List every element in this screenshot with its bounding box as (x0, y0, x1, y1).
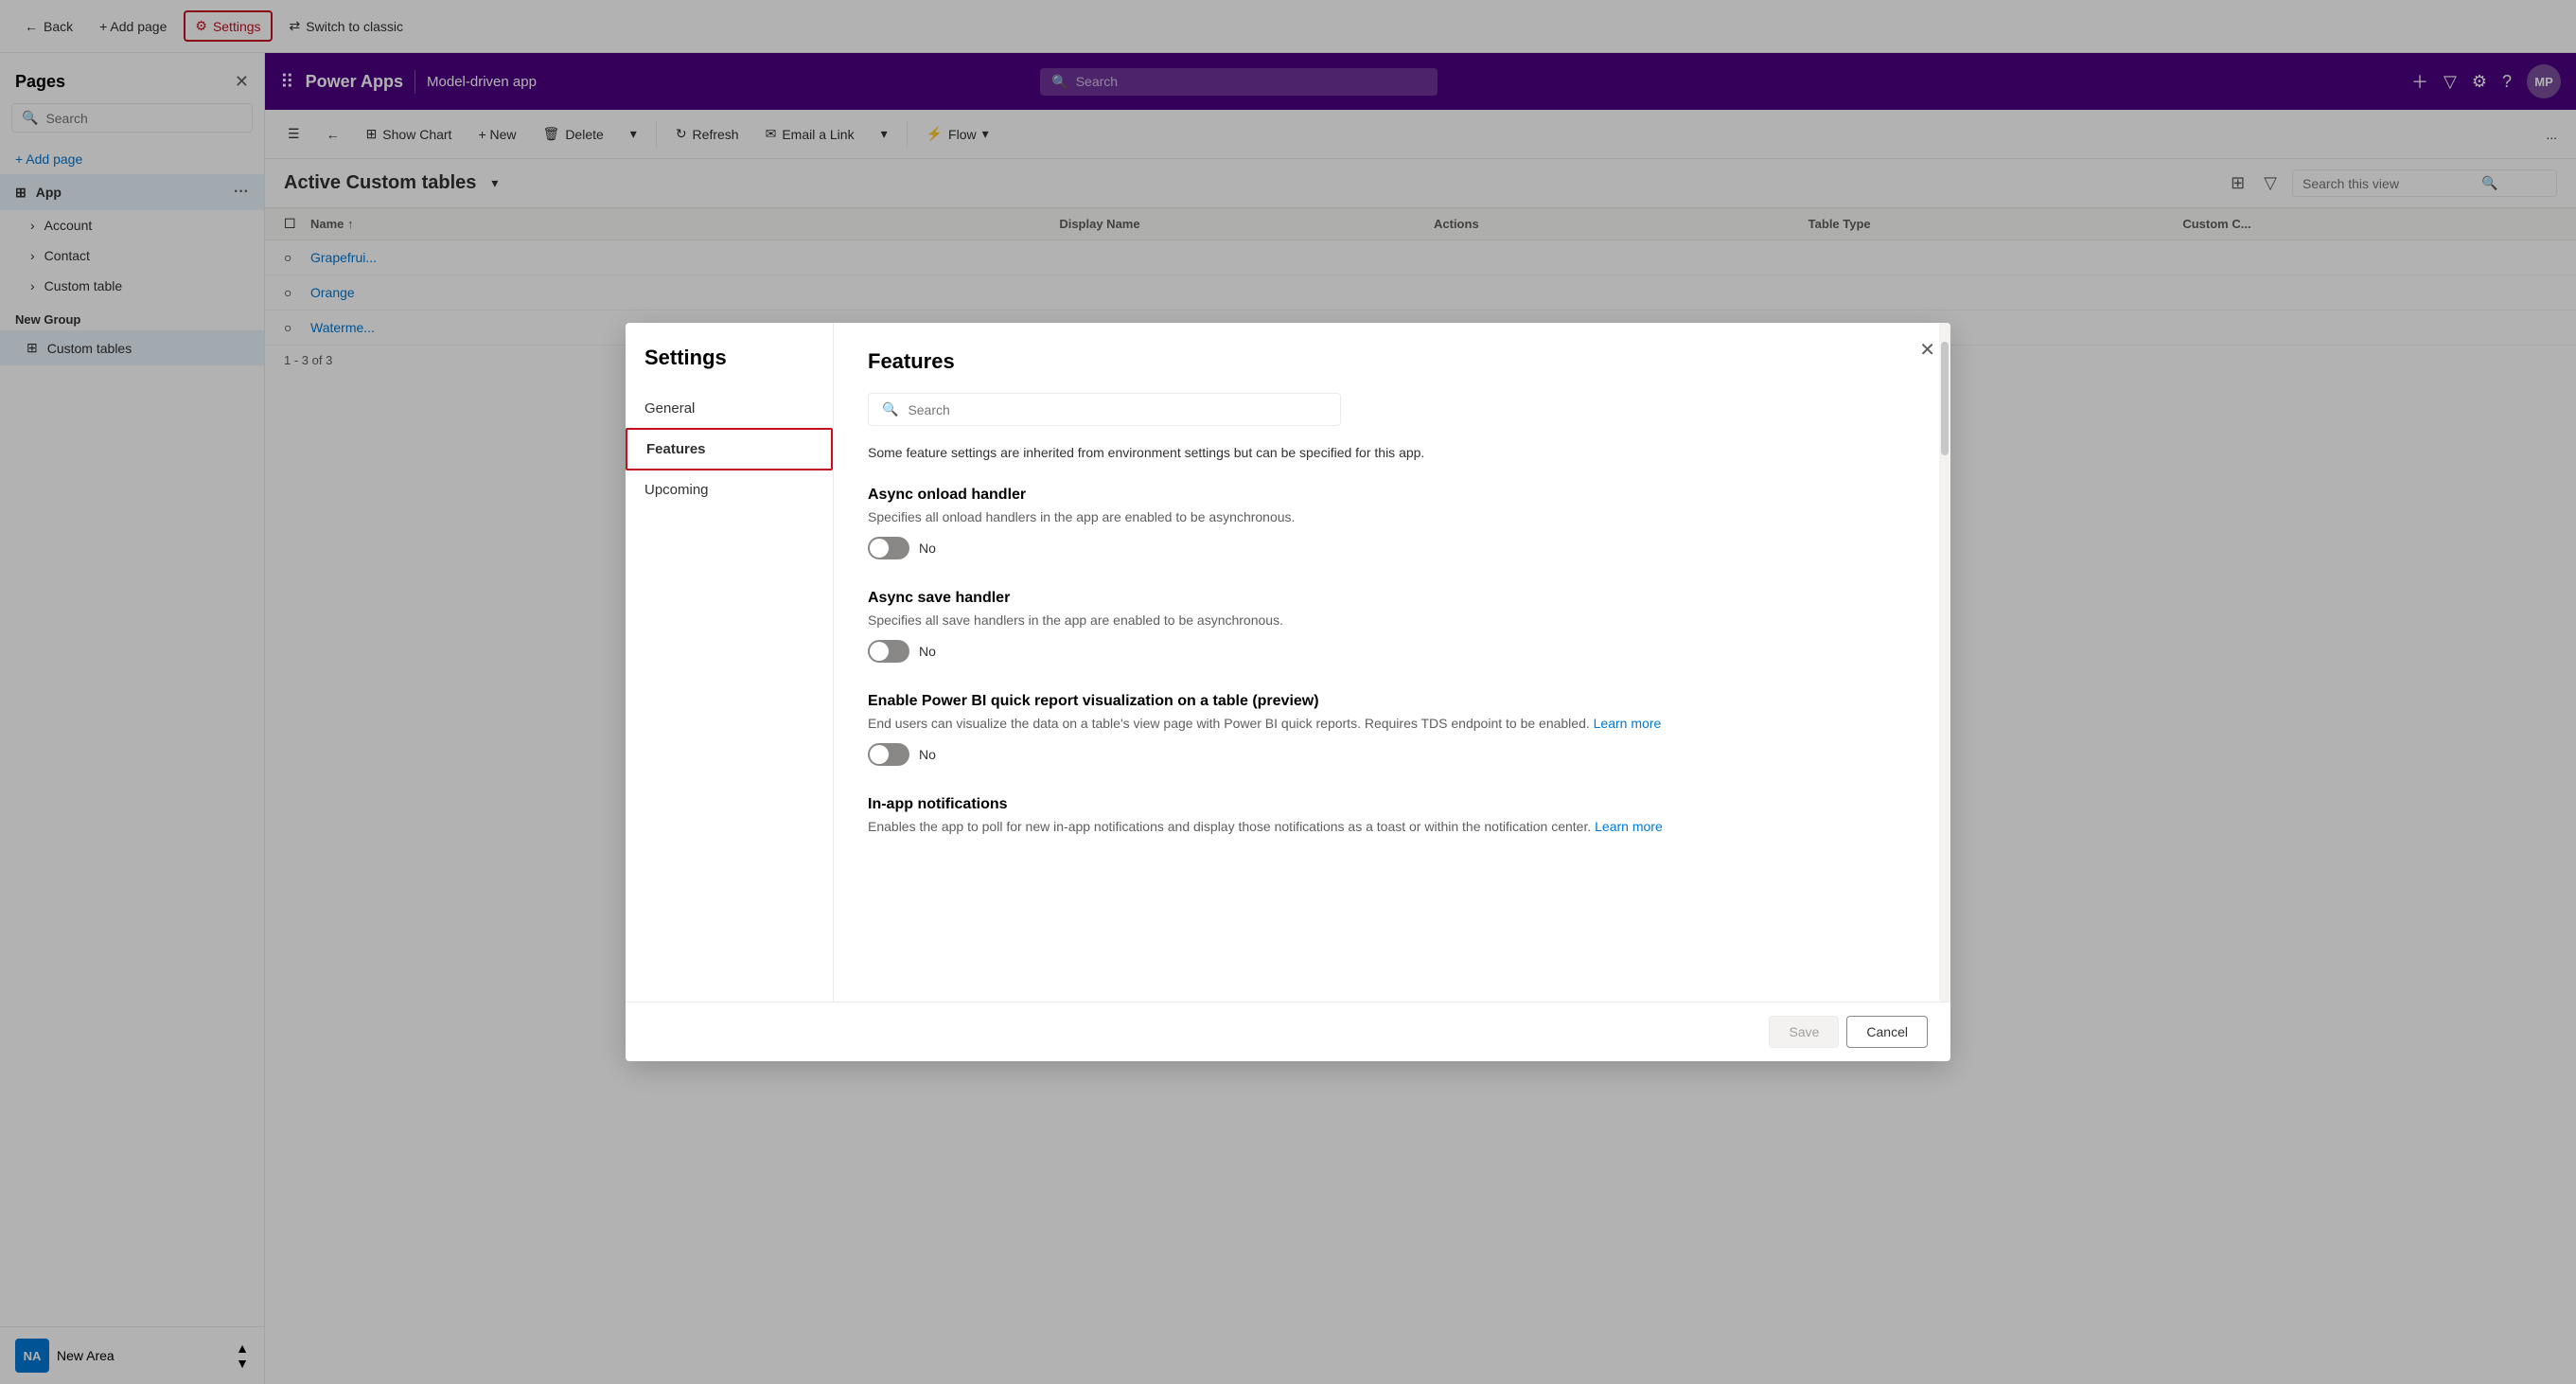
settings-title: Settings (626, 346, 833, 389)
settings-nav-general[interactable]: General (626, 389, 833, 428)
toggle-label: No (919, 747, 936, 762)
modal-body: Settings General Features Upcoming Featu… (626, 323, 1950, 1002)
settings-search-input[interactable] (908, 402, 1327, 417)
settings-search-container: 🔍 (868, 393, 1341, 426)
powerbi-toggle[interactable] (868, 743, 909, 766)
save-button[interactable]: Save (1769, 1016, 1839, 1048)
feature-powerbi: Enable Power BI quick report visualizati… (868, 693, 1905, 766)
feature-desc: Enables the app to poll for new in-app n… (868, 817, 1905, 837)
feature-desc: End users can visualize the data on a ta… (868, 714, 1905, 734)
toggle-knob (870, 539, 889, 558)
feature-async-onload: Async onload handler Specifies all onloa… (868, 487, 1905, 559)
toggle-knob (870, 642, 889, 661)
toggle-label: No (919, 644, 936, 659)
settings-nav-upcoming[interactable]: Upcoming (626, 470, 833, 509)
scrollbar-thumb (1941, 342, 1949, 455)
cancel-button[interactable]: Cancel (1846, 1016, 1928, 1048)
async-save-toggle[interactable] (868, 640, 909, 663)
feature-in-app-notifications: In-app notifications Enables the app to … (868, 796, 1905, 837)
settings-modal: ✕ Settings General Features Upcoming Fea… (626, 323, 1950, 1061)
feature-async-save: Async save handler Specifies all save ha… (868, 590, 1905, 663)
settings-sidebar: Settings General Features Upcoming (626, 323, 834, 1002)
async-onload-toggle[interactable] (868, 537, 909, 559)
feature-desc: Specifies all onload handlers in the app… (868, 507, 1905, 527)
feature-name: Async save handler (868, 590, 1905, 607)
toggle-row: No (868, 640, 1905, 663)
toggle-row: No (868, 537, 1905, 559)
modal-footer: Save Cancel (626, 1002, 1950, 1061)
settings-nav-features[interactable]: Features (626, 428, 833, 470)
learn-more-link-powerbi[interactable]: Learn more (1594, 716, 1662, 731)
feature-desc: Specifies all save handlers in the app a… (868, 611, 1905, 630)
toggle-label: No (919, 541, 936, 556)
learn-more-link-notifications[interactable]: Learn more (1595, 819, 1663, 834)
search-icon: 🔍 (882, 401, 898, 417)
toggle-knob (870, 745, 889, 764)
modal-overlay: ✕ Settings General Features Upcoming Fea… (0, 0, 2576, 1384)
feature-name: Enable Power BI quick report visualizati… (868, 693, 1905, 710)
settings-section-title: Features (868, 349, 1905, 374)
toggle-row: No (868, 743, 1905, 766)
modal-close-button[interactable]: ✕ (1919, 338, 1935, 362)
settings-content: Features 🔍 Some feature settings are inh… (834, 323, 1939, 1002)
feature-name: In-app notifications (868, 796, 1905, 813)
modal-scrollbar[interactable] (1939, 323, 1950, 1002)
settings-description: Some feature settings are inherited from… (868, 445, 1905, 460)
feature-name: Async onload handler (868, 487, 1905, 504)
